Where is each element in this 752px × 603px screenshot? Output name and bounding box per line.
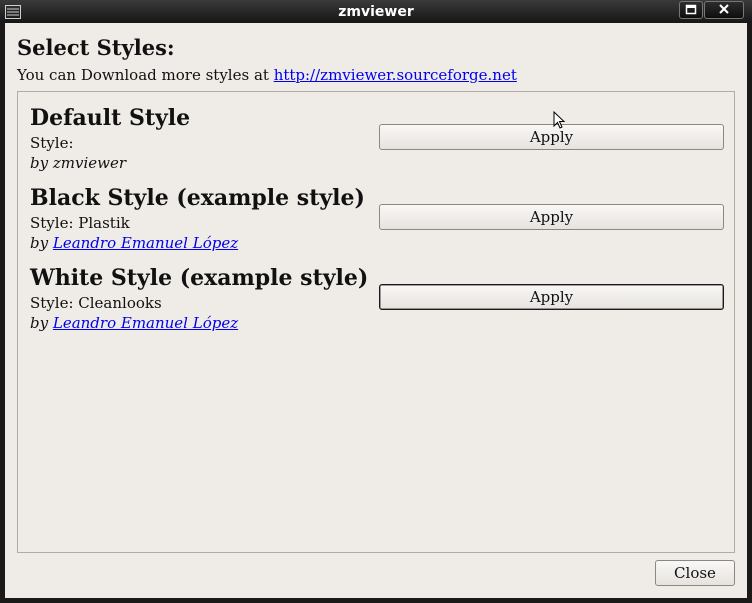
download-prefix: You can Download more styles at bbox=[17, 66, 274, 84]
by-prefix: by bbox=[30, 154, 53, 172]
apply-default-style-button[interactable]: Apply bbox=[379, 124, 724, 150]
download-info: You can Download more styles at http://z… bbox=[17, 66, 517, 84]
style-author-line: by zmviewer bbox=[30, 154, 126, 172]
close-window-button[interactable] bbox=[704, 1, 744, 19]
by-prefix: by bbox=[30, 314, 53, 332]
style-author-line: by Leandro Emanuel López bbox=[30, 314, 238, 332]
window-titlebar[interactable]: zmviewer bbox=[0, 0, 752, 23]
dialog-heading: Select Styles: bbox=[17, 35, 175, 60]
style-qt-style: Style: Plastik bbox=[30, 214, 130, 232]
style-author-line: by Leandro Emanuel López bbox=[30, 234, 238, 252]
author-name: zmviewer bbox=[52, 154, 127, 172]
style-name: Default Style bbox=[30, 105, 191, 131]
style-item-default: Default Style Style: by zmviewer Apply bbox=[30, 105, 730, 181]
by-prefix: by bbox=[30, 234, 53, 252]
close-button[interactable]: Close bbox=[655, 560, 735, 586]
author-link[interactable]: Leandro Emanuel López bbox=[53, 314, 238, 332]
dialog-body: Select Styles: You can Download more sty… bbox=[5, 23, 747, 598]
author-link[interactable]: Leandro Emanuel López bbox=[53, 234, 238, 252]
maximize-button[interactable] bbox=[679, 1, 703, 19]
window-title: zmviewer bbox=[338, 4, 414, 20]
apply-white-style-button[interactable]: Apply bbox=[379, 284, 724, 310]
style-qt-style: Style: Cleanlooks bbox=[30, 294, 162, 312]
styles-panel: Default Style Style: by zmviewer Apply B… bbox=[17, 91, 735, 553]
apply-black-style-button[interactable]: Apply bbox=[379, 204, 724, 230]
download-link[interactable]: http://zmviewer.sourceforge.net bbox=[274, 66, 517, 84]
maximize-icon bbox=[685, 4, 697, 15]
style-qt-style: Style: bbox=[30, 134, 74, 152]
style-name: White Style (example style) bbox=[30, 265, 369, 291]
close-icon bbox=[719, 4, 729, 14]
mouse-cursor-icon bbox=[553, 111, 566, 129]
style-item-black: Black Style (example style) Style: Plast… bbox=[30, 185, 730, 261]
style-item-white: White Style (example style) Style: Clean… bbox=[30, 265, 730, 341]
style-name: Black Style (example style) bbox=[30, 185, 365, 211]
